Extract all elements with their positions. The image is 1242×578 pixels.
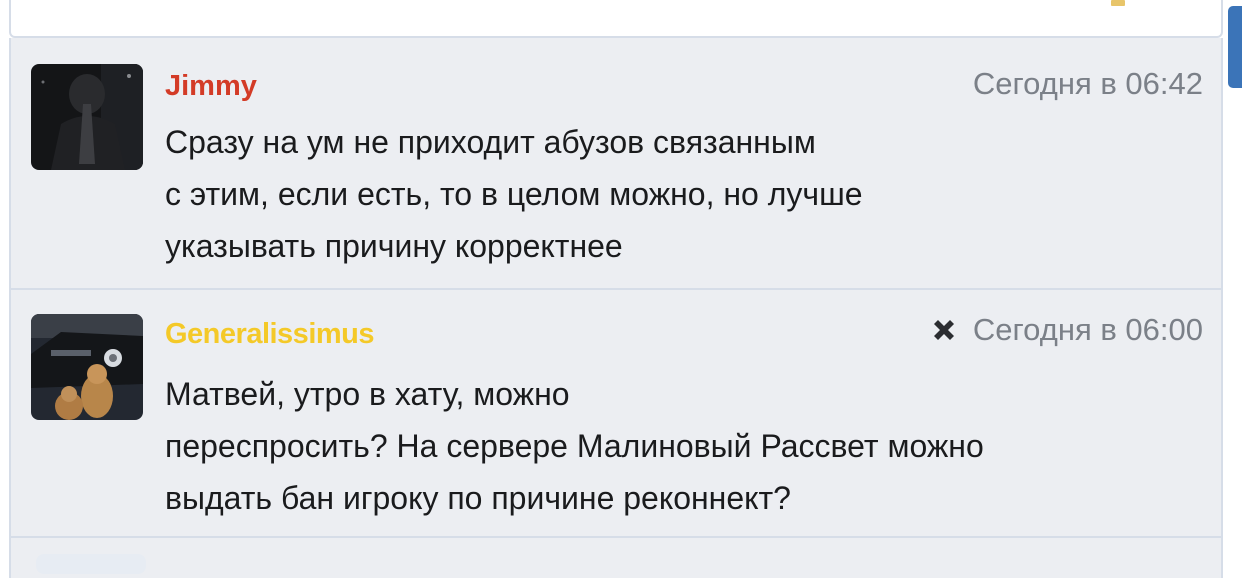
avatar[interactable] — [36, 554, 146, 574]
scrollbar-thumb[interactable] — [1228, 6, 1242, 88]
previous-post-box — [9, 0, 1223, 38]
comment-line: Матвей, утро в хату, можно — [165, 376, 570, 412]
avatar-photo — [31, 64, 143, 170]
post-timestamp-area: Сегодня в 06:42 — [973, 66, 1203, 102]
comment-line: Сразу на ум не приходит абузов связанным — [165, 124, 816, 160]
author-name[interactable]: Jimmy — [165, 70, 257, 103]
post-timestamp[interactable]: Сегодня в 06:00 — [973, 312, 1203, 348]
post-timestamp[interactable]: Сегодня в 06:42 — [973, 66, 1203, 102]
decoration-icon — [1111, 0, 1125, 6]
comment-body: Матвей, утро в хату, можно переспросить?… — [165, 368, 984, 524]
comment-body: Сразу на ум не приходит абузов связанным… — [165, 116, 863, 272]
comment-line: выдать бан игроку по причине реконнект? — [165, 480, 791, 516]
comment-item: Jimmy Сегодня в 06:42 Сразу на ум не при… — [11, 38, 1221, 290]
avatar-photo — [31, 314, 143, 420]
post-timestamp-area: Сегодня в 06:00 — [929, 312, 1203, 348]
comment-line: указывать причину корректнее — [165, 228, 623, 264]
close-icon[interactable] — [929, 315, 959, 345]
author-name[interactable]: Generalissimus — [165, 318, 375, 351]
comment-line: с этим, если есть, то в целом можно, но … — [165, 176, 863, 212]
avatar[interactable] — [31, 314, 143, 420]
scrollbar[interactable] — [1226, 0, 1242, 562]
comment-item: Generalissimus Сегодня в 06:00 Матвей, у… — [11, 290, 1221, 538]
avatar[interactable] — [31, 64, 143, 170]
comment-feed: Jimmy Сегодня в 06:42 Сразу на ум не при… — [9, 38, 1223, 578]
comment-line: переспросить? На сервере Малиновый Рассв… — [165, 428, 984, 464]
